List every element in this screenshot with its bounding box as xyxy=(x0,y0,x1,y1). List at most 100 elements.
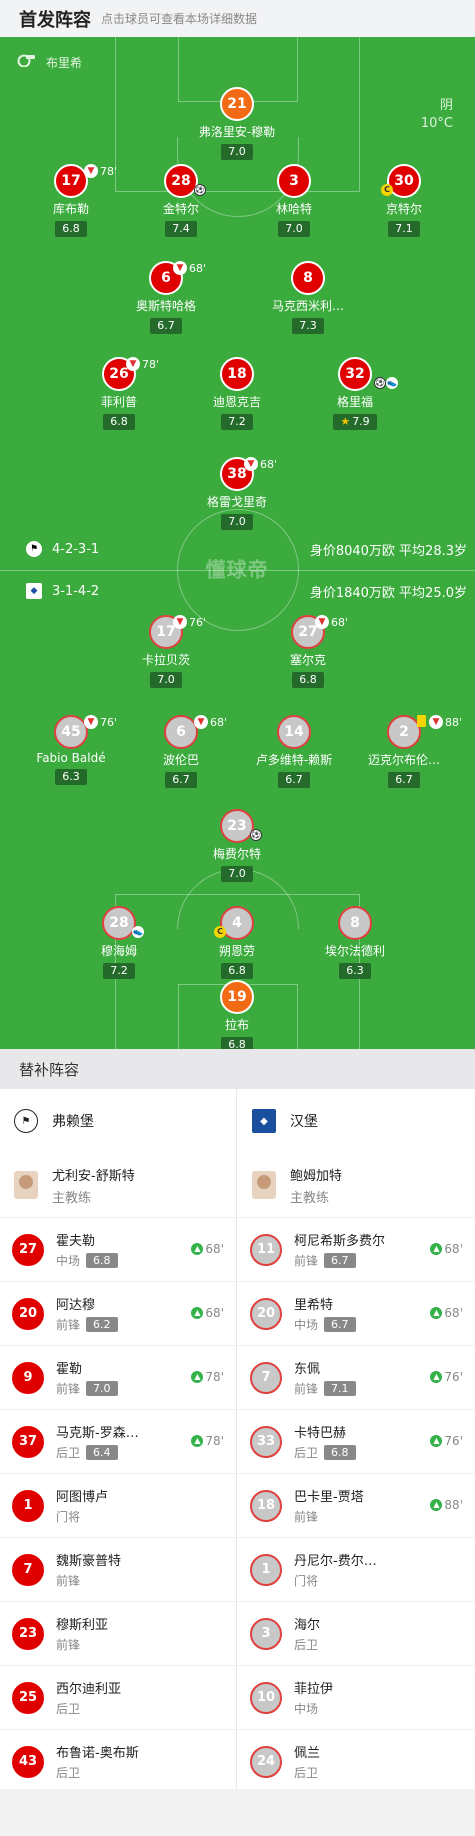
home-player-21[interactable]: 21 弗洛里安-穆勒 7.0 xyxy=(172,87,302,160)
coach-name: 尤利安-舒斯特 xyxy=(52,1168,135,1184)
sub-player-info: 布鲁诺-奥布斯 后卫 xyxy=(56,1742,139,1781)
sub-player-row[interactable]: 25 西尔迪利亚 后卫 xyxy=(0,1665,236,1729)
home-summary: 身价8040万欧 平均28.3岁 xyxy=(309,543,467,559)
away-player-4[interactable]: 4 C 朔恩劳 6.8 xyxy=(172,906,302,979)
player-number: 8 xyxy=(338,906,372,940)
sub-player-number: 25 xyxy=(12,1681,44,1714)
sub-in-badge: ▲ 68' xyxy=(430,1306,463,1320)
player-number: 14 xyxy=(277,715,311,749)
home-player-32[interactable]: 32 ⚽ 👟 格里福 ★ 7.9 xyxy=(290,357,420,430)
coach-role: 主教练 xyxy=(290,1190,330,1206)
away-player-27[interactable]: 27 ▼ 68' 塞尔克 6.8 xyxy=(243,615,373,688)
sub-player-info: 菲拉伊 中场 xyxy=(294,1678,333,1717)
sub-player-position: 前锋 xyxy=(294,1510,319,1524)
sub-player-info: 霍勒 前锋 7.0 xyxy=(56,1358,118,1397)
sub-player-row[interactable]: 18 巴卡里-贾塔 前锋 ▲ 88' xyxy=(238,1473,475,1537)
sub-player-row[interactable]: 10 菲拉伊 中场 xyxy=(238,1665,475,1729)
sub-player-rating: 6.4 xyxy=(86,1445,118,1460)
sub-player-position: 中场 xyxy=(294,1318,319,1332)
sub-player-number: 20 xyxy=(12,1297,44,1330)
player-rating: 6.7 xyxy=(165,772,197,788)
weather: 阴 10°C xyxy=(421,97,453,133)
referee-name: 布里希 xyxy=(46,56,83,70)
sub-player-number: 23 xyxy=(12,1617,44,1650)
sub-player-row[interactable]: 7 魏斯豪普特 前锋 xyxy=(0,1537,236,1601)
bottom-spacer xyxy=(0,1789,475,1836)
sub-player-number: 20 xyxy=(250,1297,282,1330)
home-formation: 4-2-3-1 xyxy=(52,541,100,557)
freiburg-logo-icon: ⚑ xyxy=(14,1109,38,1133)
home-player-18[interactable]: 18 迪恩克吉 7.2 xyxy=(172,357,302,430)
player-rating: 6.8 xyxy=(292,672,324,688)
sub-player-number: 24 xyxy=(250,1745,282,1778)
home-club-name: 弗赖堡 xyxy=(52,1114,94,1130)
sub-player-row[interactable]: 9 霍勒 前锋 7.0 ▲ 78' xyxy=(0,1345,236,1409)
sub-player-info: 海尔 后卫 xyxy=(294,1614,320,1653)
away-player-2[interactable]: 2 ▼ 88' 迈克尔布伦… 6.7 xyxy=(339,715,469,788)
home-coach-row[interactable]: 尤利安-舒斯特 主教练 xyxy=(0,1153,236,1217)
sub-player-position-row: 前锋 6.2 xyxy=(56,1316,118,1333)
sub-player-position: 门将 xyxy=(294,1574,319,1588)
player-name: 卡拉贝茨 xyxy=(141,653,190,667)
sub-in-minute: 78' xyxy=(205,1434,224,1448)
sub-player-info: 马克斯-罗森… 后卫 6.4 xyxy=(56,1422,139,1461)
sub-player-position-row: 后卫 xyxy=(294,1636,320,1653)
sub-player-row[interactable]: 33 卡特巴赫 后卫 6.8 ▲ 76' xyxy=(238,1409,475,1473)
away-player-23[interactable]: 23 ⚽ 梅费尔特 7.0 xyxy=(172,809,302,882)
sub-player-row[interactable]: 37 马克斯-罗森… 后卫 6.4 ▲ 78' xyxy=(0,1409,236,1473)
sub-player-position-row: 中场 xyxy=(294,1700,333,1717)
home-player-6[interactable]: 6 ▼ 68' 奥斯特哈格 6.7 xyxy=(101,261,231,334)
away-club-icon: ◆ xyxy=(26,583,42,599)
sub-player-row[interactable]: 43 布鲁诺-奥布斯 后卫 xyxy=(0,1729,236,1793)
sub-in-minute: 68' xyxy=(444,1306,463,1320)
sub-player-row[interactable]: 1 丹尼尔-费尔… 门将 xyxy=(238,1537,475,1601)
away-player-6[interactable]: 6 ▼ 68' 波伦巴 6.7 xyxy=(116,715,246,788)
home-player-8[interactable]: 8 马克西米利… 7.3 xyxy=(243,261,373,334)
sub-player-row[interactable]: 20 里希特 中场 6.7 ▲ 68' xyxy=(238,1281,475,1345)
sub-off-icon: ▼ xyxy=(173,615,187,629)
sub-in-icon: ▲ xyxy=(430,1307,443,1319)
whistle-icon xyxy=(17,54,35,67)
sub-player-name: 佩兰 xyxy=(294,1746,321,1761)
away-club-row[interactable]: ◆ 汉堡 xyxy=(238,1089,475,1153)
player-number: 23 xyxy=(220,809,254,843)
home-player-38[interactable]: 38 ▼ 68' 格雷戈里奇 7.0 xyxy=(172,457,302,530)
sub-player-row[interactable]: 27 霍夫勒 中场 6.8 ▲ 68' xyxy=(0,1217,236,1281)
away-summary: 身价1840万欧 平均25.0岁 xyxy=(309,585,467,601)
sub-player-row[interactable]: 11 柯尼希斯多费尔 前锋 6.7 ▲ 68' xyxy=(238,1217,475,1281)
away-player-17[interactable]: 17 ▼ 76' 卡拉贝茨 7.0 xyxy=(101,615,231,688)
sub-off-badge: ▼ 68' xyxy=(194,714,227,730)
away-player-19[interactable]: 19 拉布 6.8 xyxy=(172,980,302,1049)
sub-player-position: 前锋 xyxy=(56,1318,81,1332)
sub-in-badge: ▲ 78' xyxy=(191,1434,224,1448)
sub-player-row[interactable]: 23 穆斯利亚 前锋 xyxy=(0,1601,236,1665)
player-rating: 6.3 xyxy=(55,769,87,785)
away-player-28[interactable]: 28 👟 穆海姆 7.2 xyxy=(54,906,184,979)
sub-off-icon: ▼ xyxy=(429,715,443,729)
lineup-header: 首发阵容 点击球员可查看本场详细数据 xyxy=(0,0,475,37)
away-coach-row[interactable]: 鲍姆加特 主教练 xyxy=(238,1153,475,1217)
sub-player-position: 后卫 xyxy=(56,1702,81,1716)
sub-in-minute: 76' xyxy=(444,1370,463,1384)
goal-ball-icon: ⚽ xyxy=(374,377,386,389)
home-club-row[interactable]: ⚑ 弗赖堡 xyxy=(0,1089,236,1153)
player-rating: 7.1 xyxy=(388,221,420,237)
home-player-30[interactable]: 30 C 京特尔 7.1 xyxy=(339,164,469,237)
sub-off-badge: ▼ 76' xyxy=(173,614,206,630)
sub-player-row[interactable]: 7 东佩 前锋 7.1 ▲ 76' xyxy=(238,1345,475,1409)
sub-player-row[interactable]: 3 海尔 后卫 xyxy=(238,1601,475,1665)
sub-player-position: 后卫 xyxy=(294,1446,319,1460)
sub-player-number: 37 xyxy=(12,1425,44,1458)
lineup-hint: 点击球员可查看本场详细数据 xyxy=(101,12,258,26)
home-player-26[interactable]: 26 ▼ 78' 菲利普 6.8 xyxy=(54,357,184,430)
sub-player-number: 10 xyxy=(250,1681,282,1714)
away-player-8[interactable]: 8 埃尔法德利 6.3 xyxy=(290,906,420,979)
sub-player-row[interactable]: 20 阿达穆 前锋 6.2 ▲ 68' xyxy=(0,1281,236,1345)
sub-player-row[interactable]: 24 佩兰 后卫 xyxy=(238,1729,475,1793)
sub-player-row[interactable]: 1 阿图博卢 门将 xyxy=(0,1473,236,1537)
sub-player-position-row: 前锋 xyxy=(56,1636,108,1653)
sub-player-position-row: 前锋 6.7 xyxy=(294,1252,385,1269)
sub-in-badge: ▲ 76' xyxy=(430,1370,463,1384)
home-player-28[interactable]: 28 ⚽ 金特尔 7.4 xyxy=(116,164,246,237)
sub-player-info: 佩兰 后卫 xyxy=(294,1742,320,1781)
